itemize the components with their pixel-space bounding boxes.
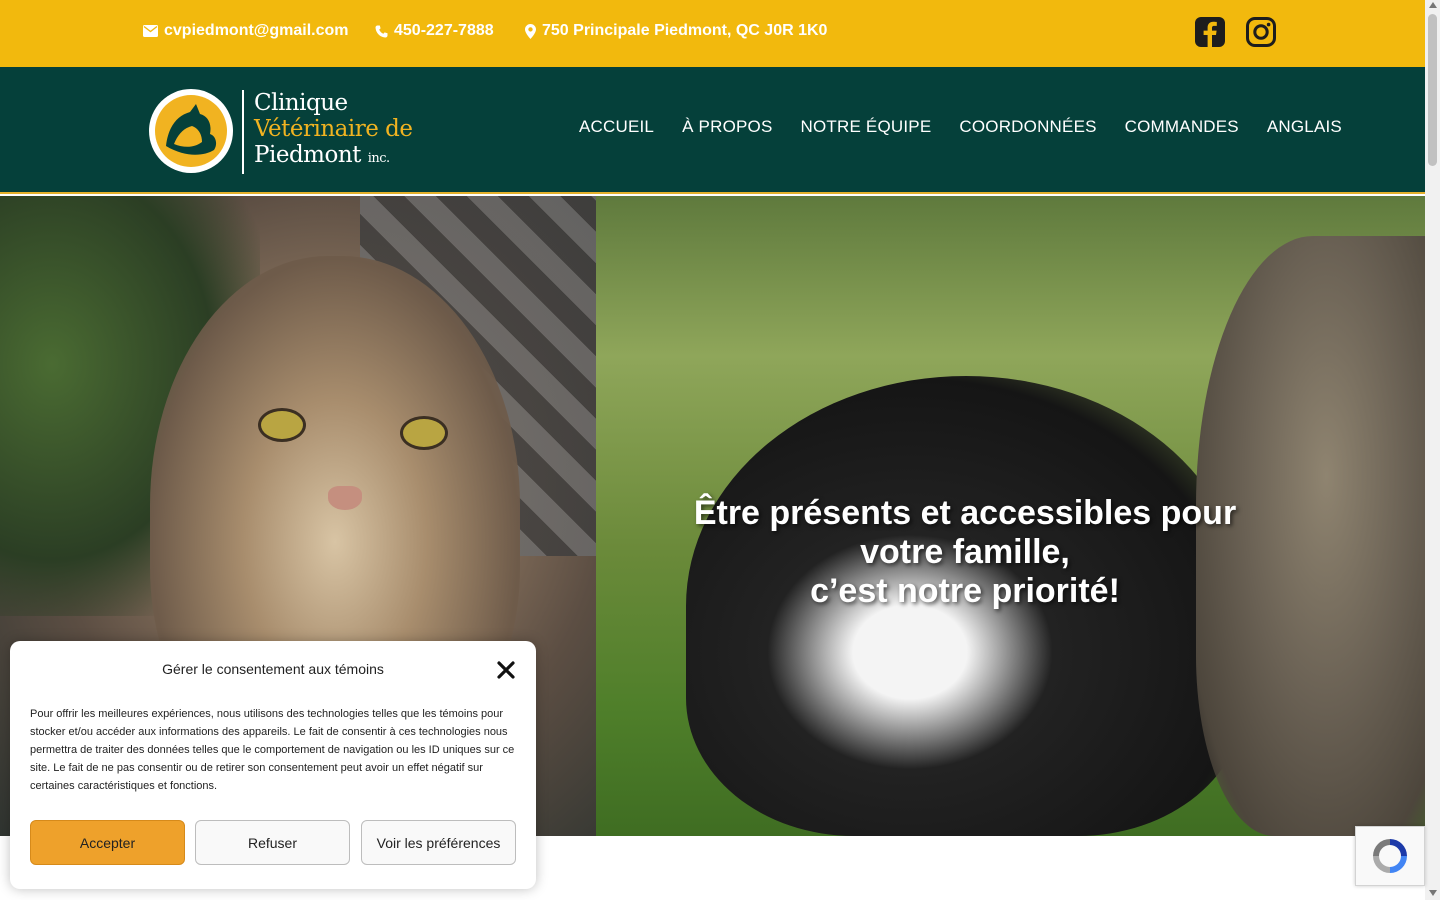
photo-cat-eye-right: [400, 416, 448, 450]
hero-heading-line3: c’est notre priorité!: [810, 572, 1120, 610]
address-link[interactable]: 750 Principale Piedmont, QC J0R 1K0: [525, 22, 827, 40]
close-icon[interactable]: [496, 660, 516, 680]
nav-item-notre-equipe[interactable]: NOTRE ÉQUIPE: [801, 117, 932, 137]
cat-dog-logo-icon: [149, 89, 233, 173]
photo-cat-eye-left: [258, 408, 306, 442]
facebook-icon: [1195, 17, 1225, 47]
logo-text: Clinique Vétérinaire de Piedmont inc.: [254, 90, 413, 172]
logo-line-piedmont: Piedmont inc.: [254, 142, 412, 172]
instagram-link[interactable]: [1246, 16, 1276, 48]
logo-piedmont-text: Piedmont: [254, 142, 361, 168]
phone-text: 450-227-7888: [394, 22, 494, 39]
recaptcha-icon: [1373, 839, 1407, 873]
logo-divider: [242, 90, 244, 174]
logo-line-veterinaire: Vétérinaire de: [254, 116, 413, 142]
hero-heading-line1: Être présents et accessibles pour: [693, 494, 1237, 532]
main-menu: ACCUEIL À PROPOS NOTRE ÉQUIPE COORDONNÉE…: [579, 117, 1370, 137]
top-contact-bar: cvpiedmont@gmail.com 450-227-7888 750 Pr…: [0, 0, 1425, 67]
nav-item-a-propos[interactable]: À PROPOS: [682, 117, 772, 137]
cookie-dialog-body: Pour offrir les meilleures expériences, …: [30, 708, 515, 792]
facebook-link[interactable]: [1195, 16, 1225, 48]
nav-item-coordonnees[interactable]: COORDONNÉES: [959, 117, 1096, 137]
photo-cat-nose: [328, 486, 362, 510]
clinic-logo[interactable]: Clinique Vétérinaire de Piedmont inc.: [146, 86, 421, 178]
recaptcha-badge[interactable]: [1355, 826, 1425, 886]
view-preferences-button[interactable]: Voir les préférences: [361, 820, 516, 865]
main-navbar: Clinique Vétérinaire de Piedmont inc. AC…: [0, 67, 1425, 194]
cookie-dialog-title: Gérer le consentement aux témoins: [162, 661, 384, 677]
nav-item-commandes[interactable]: COMMANDES: [1125, 117, 1239, 137]
scroll-up-arrow-icon[interactable]: [1428, 2, 1437, 8]
hero-heading: Être présents et accessibles pour votre …: [680, 494, 1250, 611]
email-text: cvpiedmont@gmail.com: [164, 22, 349, 39]
phone-link[interactable]: 450-227-7888: [375, 22, 494, 40]
scrollbar-thumb[interactable]: [1428, 14, 1437, 166]
accept-button[interactable]: Accepter: [30, 820, 185, 865]
hero-heading-line2: votre famille,: [860, 533, 1070, 571]
logo-inc-text: inc.: [367, 151, 390, 166]
nav-item-anglais[interactable]: ANGLAIS: [1267, 117, 1342, 137]
nav-item-accueil[interactable]: ACCUEIL: [579, 117, 654, 137]
map-marker-icon: [525, 23, 536, 39]
scroll-down-arrow-icon[interactable]: [1428, 890, 1437, 896]
logo-line-clinique: Clinique: [254, 90, 348, 116]
phone-icon: [375, 25, 388, 37]
email-link[interactable]: cvpiedmont@gmail.com: [143, 22, 349, 40]
refuse-button[interactable]: Refuser: [195, 820, 350, 865]
address-text: 750 Principale Piedmont, QC J0R 1K0: [542, 22, 828, 39]
envelope-icon: [143, 25, 158, 37]
cookie-consent-dialog: Gérer le consentement aux témoins Pour o…: [10, 641, 536, 889]
instagram-icon: [1246, 17, 1276, 47]
